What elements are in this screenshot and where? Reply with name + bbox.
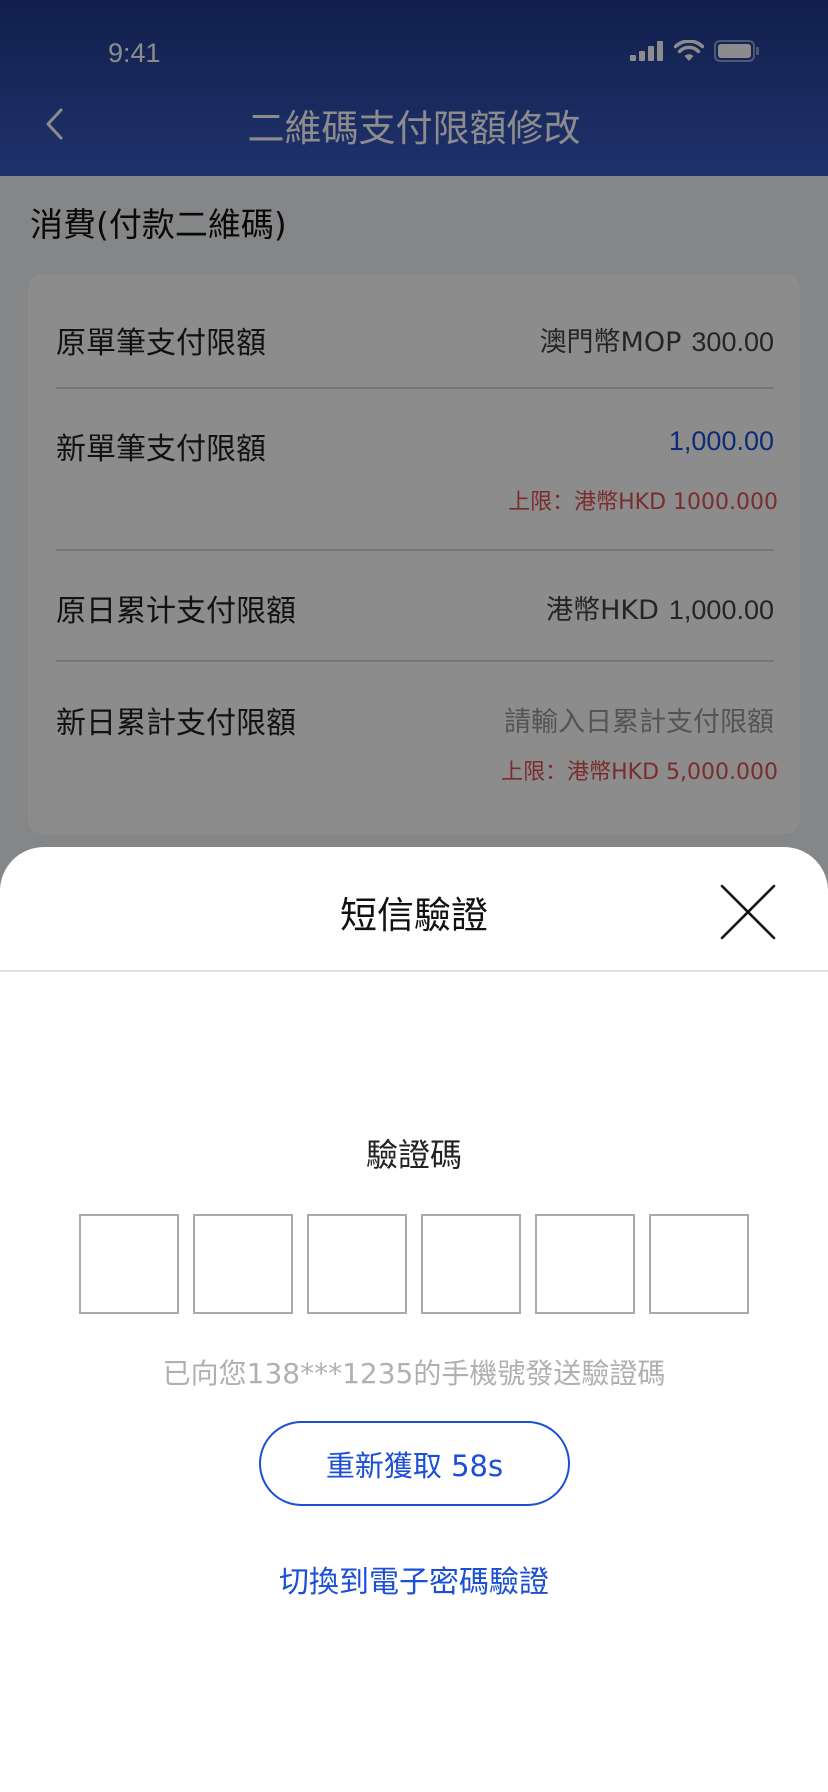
code-digit-box[interactable] — [79, 1214, 179, 1314]
code-digit-box[interactable] — [307, 1214, 407, 1314]
code-digit-box[interactable] — [421, 1214, 521, 1314]
sms-sent-hint: 已向您138***1235的手機號發送驗證碼 — [162, 1357, 666, 1390]
close-button[interactable] — [718, 882, 778, 942]
sheet-title: 短信驗證 — [340, 894, 488, 937]
code-digit-box[interactable] — [193, 1214, 293, 1314]
sheet-divider — [0, 970, 828, 972]
close-icon — [720, 884, 776, 940]
resend-code-button[interactable]: 重新獲取 58s — [259, 1421, 570, 1506]
code-digit-box[interactable] — [535, 1214, 635, 1314]
code-digit-box[interactable] — [649, 1214, 749, 1314]
code-input-group[interactable] — [79, 1214, 749, 1314]
sms-verification-sheet: 短信驗證 驗證碼 已向您138***1235的手機號發送驗證碼 重新獲取 58s… — [0, 847, 828, 1792]
code-label: 驗證碼 — [365, 1136, 462, 1174]
switch-to-epassword-link[interactable]: 切換到電子密碼驗證 — [0, 1557, 828, 1601]
